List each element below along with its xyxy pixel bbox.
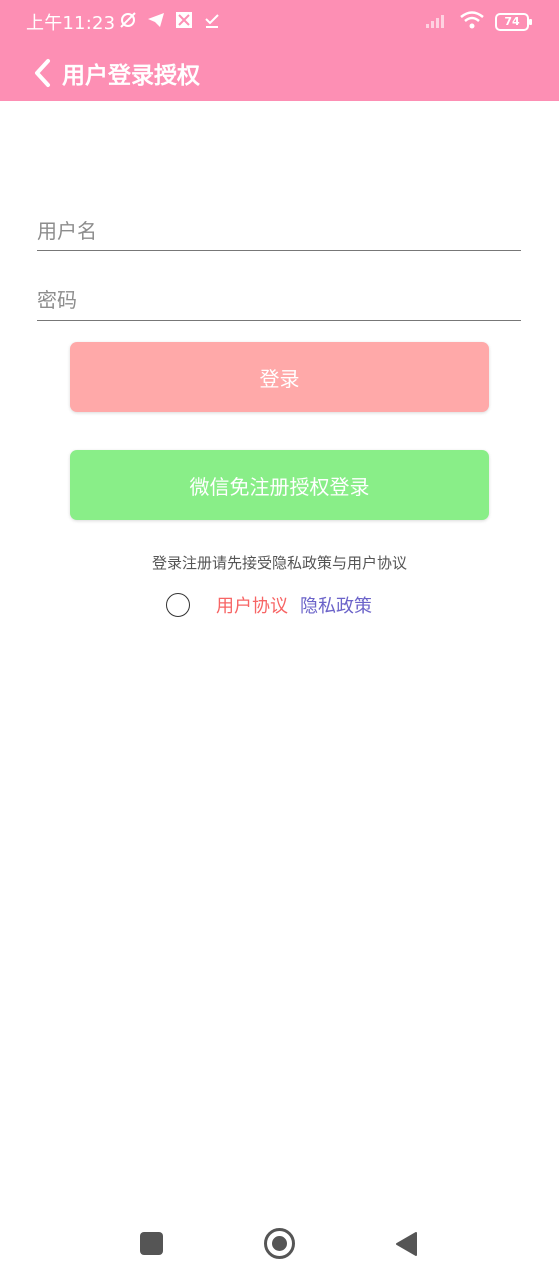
app-icon xyxy=(174,10,194,30)
login-screen: 上午11:23 74 用户登录授权 用户名 登录 微信免注册授权登录 登录注册请… xyxy=(0,0,559,1280)
muted-alarm-icon xyxy=(118,10,138,30)
agreement-row: 用户协议 隐私政策 xyxy=(0,590,559,618)
login-button[interactable]: 登录 xyxy=(70,342,489,412)
telegram-icon xyxy=(146,10,166,30)
agreement-radio[interactable] xyxy=(166,593,190,617)
battery-icon: 74 xyxy=(495,13,532,31)
username-input[interactable] xyxy=(37,219,521,249)
home-icon[interactable] xyxy=(264,1228,295,1259)
signal-icon xyxy=(425,12,449,32)
password-input[interactable] xyxy=(37,288,521,318)
page-title: 用户登录授权 xyxy=(62,63,200,89)
title-bar: 用户登录授权 xyxy=(0,48,559,98)
check-icon xyxy=(202,10,222,30)
wechat-login-button[interactable]: 微信免注册授权登录 xyxy=(70,450,489,520)
status-bar: 上午11:23 74 xyxy=(0,0,559,42)
password-field xyxy=(37,288,521,321)
status-notification-icons xyxy=(118,10,222,30)
back-chevron-icon[interactable] xyxy=(30,56,56,90)
agreement-notice: 登录注册请先接受隐私政策与用户协议 xyxy=(151,554,407,572)
system-nav-bar xyxy=(0,1210,559,1280)
app-header: 上午11:23 74 用户登录授权 xyxy=(0,0,559,101)
username-field xyxy=(37,219,521,251)
status-system-icons: 74 xyxy=(425,10,532,34)
back-triangle-icon[interactable] xyxy=(394,1231,418,1257)
status-time: 上午11:23 xyxy=(26,13,116,34)
user-agreement-link[interactable]: 用户协议 xyxy=(216,592,288,618)
wifi-icon xyxy=(459,10,485,34)
privacy-policy-link[interactable]: 隐私政策 xyxy=(300,592,372,618)
recent-apps-icon[interactable] xyxy=(140,1232,163,1255)
